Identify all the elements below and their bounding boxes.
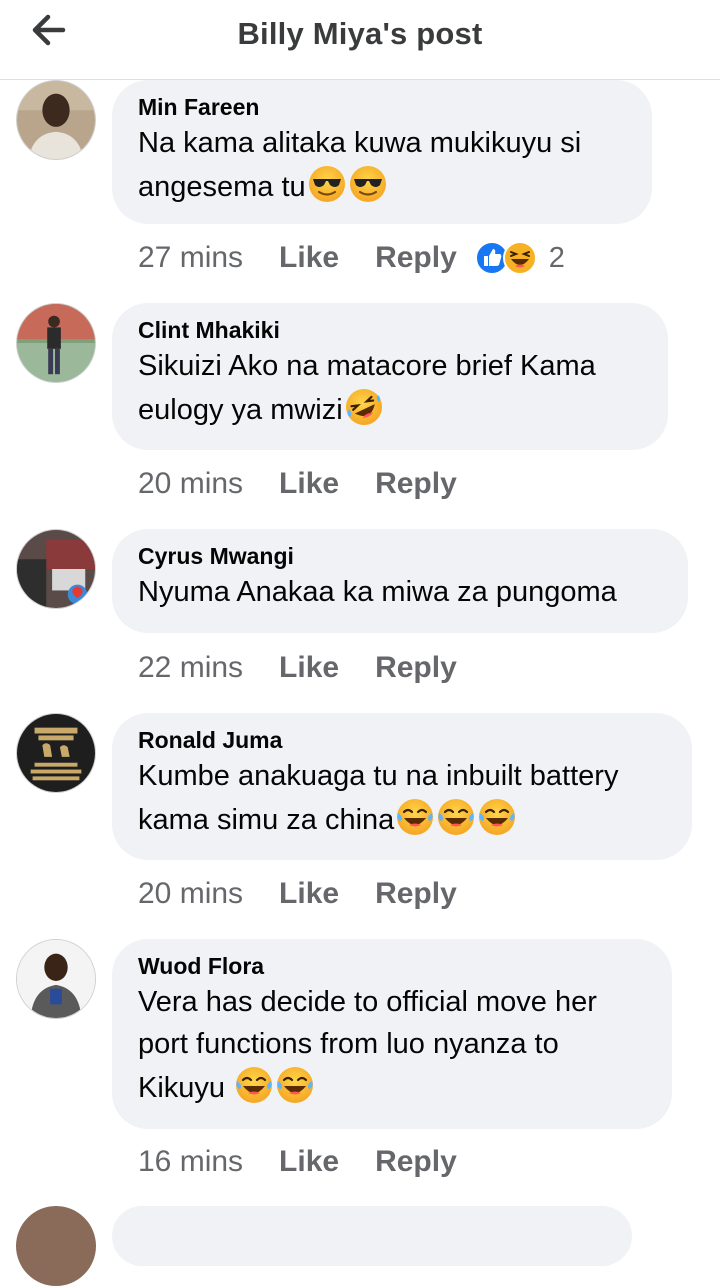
sunglasses-emoji — [349, 166, 386, 202]
comment-bubble[interactable]: Cyrus Mwangi Nyuma Anakaa ka miwa za pun… — [112, 529, 688, 633]
comment-bubble[interactable]: Ronald Juma Kumbe anakuaga tu na inbuilt… — [112, 713, 692, 860]
comment-time[interactable]: 27 mins — [138, 241, 243, 275]
comment-bubble[interactable] — [112, 1206, 632, 1266]
tears-of-joy-emoji — [479, 799, 516, 835]
avatar[interactable] — [16, 529, 96, 609]
comment-text: Na kama alitaka kuwa mukikuyu si angesem… — [138, 127, 582, 203]
comment-author[interactable]: Cyrus Mwangi — [138, 543, 662, 569]
like-button[interactable]: Like — [279, 877, 339, 911]
reply-button[interactable]: Reply — [375, 1145, 457, 1179]
tears-of-joy-emoji — [277, 1067, 314, 1103]
comment-text: Nyuma Anakaa ka miwa za pungoma — [138, 576, 617, 608]
avatar[interactable] — [16, 1206, 96, 1286]
comment-time[interactable]: 20 mins — [138, 467, 243, 501]
comment-actions: 16 mins Like Reply — [138, 1142, 457, 1182]
comment-author[interactable]: Min Fareen — [138, 94, 626, 120]
reaction-count[interactable]: 2 — [549, 242, 565, 275]
reply-button[interactable]: Reply — [375, 467, 457, 501]
comment-actions: 20 mins Like Reply — [138, 874, 457, 914]
comment-text: Vera has decide to official move her por… — [138, 986, 597, 1104]
comment-actions: 22 mins Like Reply — [138, 648, 457, 688]
comment-time[interactable]: 16 mins — [138, 1145, 243, 1179]
rofl-emoji — [345, 389, 382, 425]
comment-author[interactable]: Wuod Flora — [138, 953, 646, 979]
avatar[interactable] — [16, 80, 96, 160]
like-button[interactable]: Like — [279, 1145, 339, 1179]
comment-time[interactable]: 20 mins — [138, 877, 243, 911]
comment-bubble[interactable]: Wuod Flora Vera has decide to official m… — [112, 939, 672, 1129]
tears-of-joy-emoji — [236, 1067, 273, 1103]
reply-button[interactable]: Reply — [375, 651, 457, 685]
comment-author[interactable]: Ronald Juma — [138, 727, 666, 753]
top-bar: Billy Miya's post — [0, 0, 720, 80]
comment-text: Kumbe anakuaga tu na inbuilt battery kam… — [138, 760, 619, 836]
reply-button[interactable]: Reply — [375, 877, 457, 911]
haha-reaction-icon — [502, 241, 537, 275]
like-button[interactable]: Like — [279, 241, 339, 275]
comment-text: Sikuizi Ako na matacore brief Kama eulog… — [138, 345, 642, 431]
comment-actions: 27 mins Like Reply 2 — [138, 238, 565, 278]
comment-time[interactable]: 22 mins — [138, 651, 243, 685]
like-button[interactable]: Like — [279, 467, 339, 501]
reactions-summary[interactable] — [474, 241, 537, 275]
sunglasses-emoji — [308, 166, 345, 202]
comment-bubble[interactable]: Min Fareen Na kama alitaka kuwa mukikuyu… — [112, 80, 652, 224]
avatar[interactable] — [16, 713, 96, 793]
tears-of-joy-emoji — [397, 799, 434, 835]
reply-button[interactable]: Reply — [375, 241, 457, 275]
like-button[interactable]: Like — [279, 651, 339, 685]
comment-bubble[interactable]: Clint Mhakiki Sikuizi Ako na matacore br… — [112, 303, 668, 450]
avatar[interactable] — [16, 303, 96, 383]
comment-author[interactable]: Clint Mhakiki — [138, 317, 642, 343]
tears-of-joy-emoji — [438, 799, 475, 835]
page-title: Billy Miya's post — [237, 16, 483, 51]
comment-actions: 20 mins Like Reply — [138, 464, 457, 504]
avatar[interactable] — [16, 939, 96, 1019]
